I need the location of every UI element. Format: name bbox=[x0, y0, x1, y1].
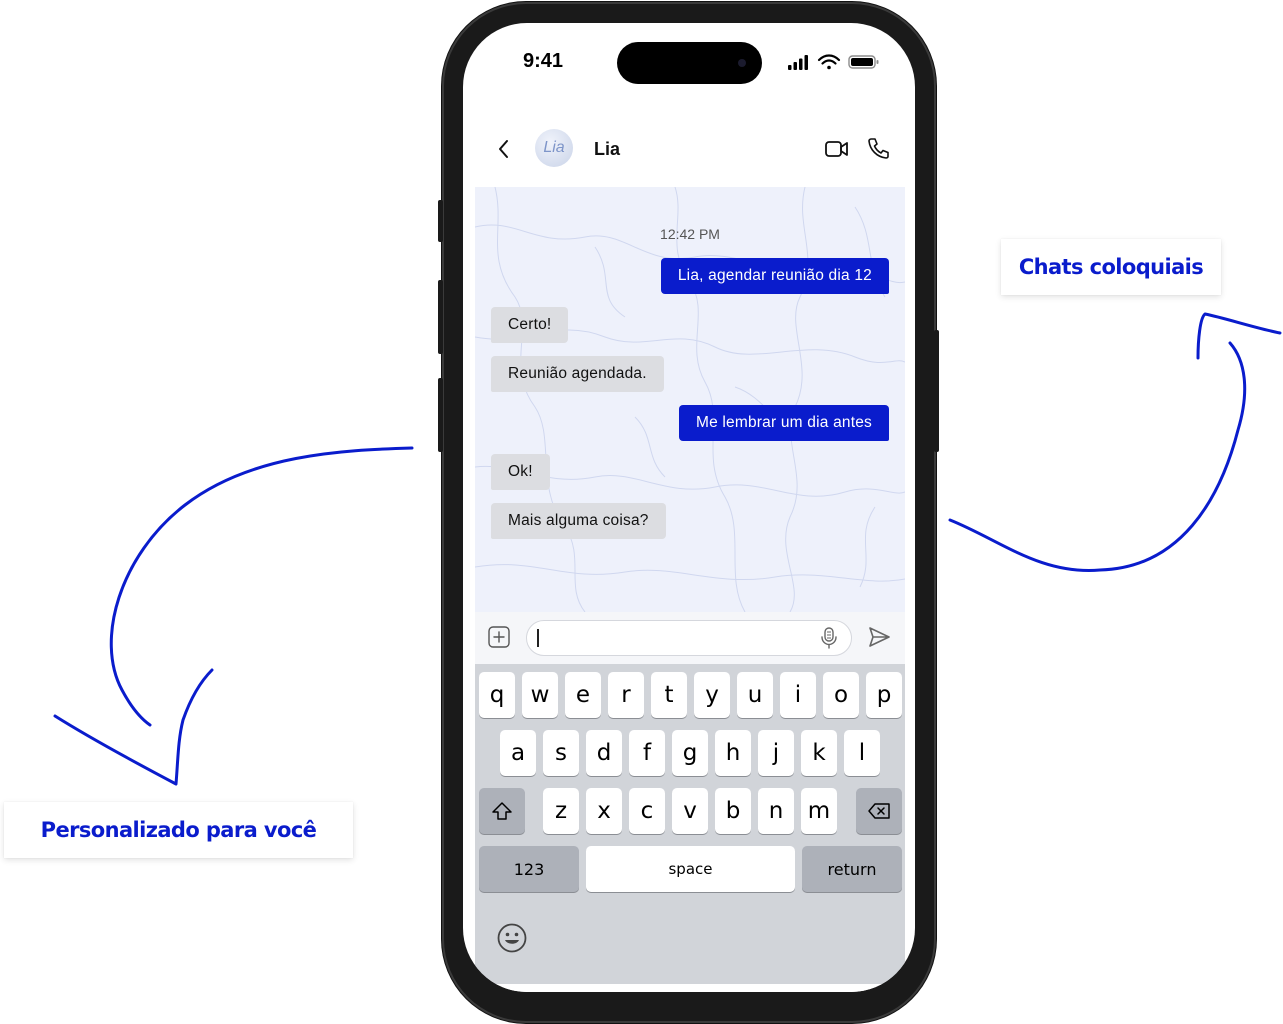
front-camera bbox=[738, 59, 746, 67]
volume-up-button bbox=[438, 280, 443, 354]
key-q[interactable]: q bbox=[479, 672, 515, 718]
numbers-key[interactable]: 123 bbox=[479, 846, 579, 892]
back-arrow-icon[interactable] bbox=[493, 137, 515, 161]
key-l[interactable]: l bbox=[844, 730, 880, 776]
key-i[interactable]: i bbox=[780, 672, 816, 718]
key-k[interactable]: k bbox=[801, 730, 837, 776]
message-bubble-incoming[interactable]: Certo! bbox=[491, 307, 569, 343]
chat-header: Lia Lia bbox=[463, 123, 915, 187]
video-camera-icon[interactable] bbox=[825, 138, 849, 160]
avatar[interactable]: Lia bbox=[535, 129, 573, 167]
key-g[interactable]: g bbox=[672, 730, 708, 776]
microphone-icon[interactable] bbox=[819, 627, 839, 649]
key-f[interactable]: f bbox=[629, 730, 665, 776]
key-j[interactable]: j bbox=[758, 730, 794, 776]
phone-screen: 9:41 Lia Lia 12:42 PM Lia, agendar reuni… bbox=[463, 23, 915, 992]
home-area bbox=[463, 984, 915, 992]
message-composer bbox=[475, 612, 905, 664]
avatar-label: Lia bbox=[543, 139, 565, 156]
signal-icon bbox=[788, 55, 808, 70]
plus-icon[interactable] bbox=[488, 626, 510, 648]
wifi-icon bbox=[817, 54, 841, 70]
arrow-left-head bbox=[53, 668, 214, 786]
message-bubble-incoming[interactable]: Reunião agendada. bbox=[491, 356, 664, 392]
key-y[interactable]: y bbox=[694, 672, 730, 718]
status-time: 9:41 bbox=[523, 50, 564, 72]
message-bubble-outgoing[interactable]: Lia, agendar reunião dia 12 bbox=[660, 258, 889, 294]
message-bubble-outgoing[interactable]: Me lembrar um dia antes bbox=[678, 405, 889, 441]
send-icon[interactable] bbox=[867, 625, 891, 649]
key-n[interactable]: n bbox=[758, 788, 794, 834]
message-bubble-incoming[interactable]: Mais alguma coisa? bbox=[491, 503, 666, 539]
message-input[interactable] bbox=[526, 620, 852, 656]
arrow-right-head bbox=[1196, 312, 1282, 360]
volume-down-button bbox=[438, 378, 443, 452]
keyboard: q w e r t y u i o p a s d f g h j k l z … bbox=[475, 664, 905, 984]
callout-chats-coloquiais: Chats coloquiais bbox=[1001, 239, 1221, 295]
chat-background-pattern bbox=[475, 187, 905, 612]
phone-icon[interactable] bbox=[867, 136, 889, 160]
key-s[interactable]: s bbox=[543, 730, 579, 776]
key-x[interactable]: x bbox=[586, 788, 622, 834]
shift-icon bbox=[492, 802, 512, 820]
backspace-icon bbox=[868, 803, 890, 819]
key-a[interactable]: a bbox=[500, 730, 536, 776]
contact-name[interactable]: Lia bbox=[594, 139, 620, 160]
key-e[interactable]: e bbox=[565, 672, 601, 718]
key-c[interactable]: c bbox=[629, 788, 665, 834]
key-z[interactable]: z bbox=[543, 788, 579, 834]
space-key[interactable]: space bbox=[586, 846, 795, 892]
key-v[interactable]: v bbox=[672, 788, 708, 834]
key-d[interactable]: d bbox=[586, 730, 622, 776]
mute-switch bbox=[438, 200, 443, 242]
message-timestamp: 12:42 PM bbox=[660, 226, 720, 242]
chat-area[interactable]: 12:42 PM Lia, agendar reunião dia 12 Cer… bbox=[475, 187, 905, 612]
status-icons bbox=[788, 54, 879, 70]
key-h[interactable]: h bbox=[715, 730, 751, 776]
message-bubble-incoming[interactable]: Ok! bbox=[491, 454, 550, 490]
callout-personalizado: Personalizado para você bbox=[4, 802, 353, 858]
backspace-key[interactable] bbox=[856, 788, 902, 834]
callout-personalizado-text: Personalizado para você bbox=[40, 818, 317, 842]
key-t[interactable]: t bbox=[651, 672, 687, 718]
text-caret bbox=[537, 629, 539, 647]
key-b[interactable]: b bbox=[715, 788, 751, 834]
key-o[interactable]: o bbox=[823, 672, 859, 718]
callout-chats-text: Chats coloquiais bbox=[1018, 255, 1204, 279]
shift-key[interactable] bbox=[479, 788, 525, 834]
return-key[interactable]: return bbox=[802, 846, 902, 892]
battery-icon bbox=[848, 55, 879, 69]
arrow-right-curve bbox=[948, 341, 1247, 572]
dynamic-island bbox=[617, 42, 762, 84]
key-u[interactable]: u bbox=[737, 672, 773, 718]
key-p[interactable]: p bbox=[866, 672, 902, 718]
power-button bbox=[934, 330, 939, 452]
key-r[interactable]: r bbox=[608, 672, 644, 718]
key-w[interactable]: w bbox=[522, 672, 558, 718]
emoji-icon[interactable] bbox=[496, 922, 528, 954]
arrow-left-curve bbox=[109, 446, 414, 727]
key-m[interactable]: m bbox=[801, 788, 837, 834]
